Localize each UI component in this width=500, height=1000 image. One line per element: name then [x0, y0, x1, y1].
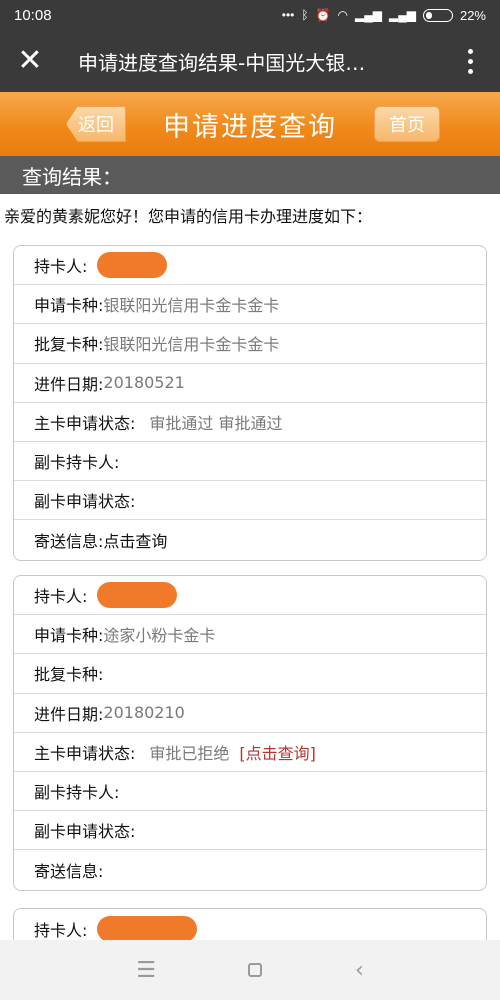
sub-holder-label: 副卡持卡人: [34, 783, 120, 803]
date-row: 进件日期: 20180521 [14, 364, 486, 403]
sub-holder-row: 副卡持卡人: [14, 772, 486, 812]
close-icon[interactable]: ✕ [0, 46, 60, 76]
apply-card-row: 申请卡种: 途家小粉卡金卡 [14, 615, 486, 655]
redacted-name [97, 582, 178, 609]
redacted-name [97, 915, 198, 942]
application-card: 持卡人: 申请卡种: 银联阳光信用卡金卡金卡 批复卡种: 银联阳光信用卡金卡金卡… [13, 245, 487, 561]
date-value: 20180521 [103, 373, 185, 393]
date-label: 进件日期: [34, 704, 104, 724]
main-status-label: 主卡申请状态: [34, 743, 136, 763]
sub-holder-row: 副卡持卡人: [14, 442, 486, 482]
date-label: 进件日期: [34, 374, 104, 394]
sub-status-label: 副卡申请状态: [34, 492, 136, 512]
approve-card-row: 批复卡种: 银联阳光信用卡金卡金卡 [14, 324, 486, 364]
date-value: 20180210 [103, 703, 185, 723]
mail-row: 寄送信息: [14, 850, 486, 889]
sub-status-label: 副卡申请状态: [34, 822, 136, 842]
approve-card-label: 批复卡种: [34, 665, 104, 685]
apply-card-value: 途家小粉卡金卡 [103, 626, 216, 646]
home-square-icon[interactable] [248, 963, 263, 977]
wifi-icon: ◠ [337, 8, 349, 22]
status-bar: 10:08 ••• ᛒ ⏰ ◠ ▂▄▆ ▂▄▆ 22% [0, 0, 500, 30]
back-chevron-icon[interactable]: ‹ [355, 958, 364, 983]
mail-label: 寄送信息: [34, 861, 104, 881]
alarm-icon: ⏰ [315, 8, 331, 22]
signal-icon: ▂▄▆ [355, 8, 382, 22]
holder-label: 持卡人: [34, 257, 88, 277]
sub-status-row: 副卡申请状态: [14, 811, 486, 851]
approve-card-value: 银联阳光信用卡金卡金卡 [103, 335, 280, 355]
status-query-link[interactable]: [点击查询] [239, 740, 316, 764]
title-bar: ✕ 申请进度查询结果-中国光大银… [0, 30, 500, 92]
system-nav-bar: ☰ ‹ [0, 940, 500, 1000]
dots-icon: ••• [281, 8, 295, 22]
page-header: 返回 申请进度查询 首页 [0, 92, 500, 156]
main-status-row: 主卡申请状态: 审批通过 审批通过 [14, 403, 486, 442]
apply-card-label: 申请卡种: [34, 296, 104, 316]
application-card: 持卡人: 申请卡种: 途家小粉卡金卡 批复卡种: 进件日期: 20180210 … [13, 575, 487, 891]
mail-row: 寄送信息: 点击查询 [14, 520, 486, 559]
holder-label: 持卡人: [34, 920, 88, 940]
main-status-value: 审批已拒绝 [149, 743, 230, 763]
sub-status-row: 副卡申请状态: [14, 481, 486, 521]
approve-card-label: 批复卡种: [34, 335, 104, 355]
window-title: 申请进度查询结果-中国光大银… [78, 50, 366, 75]
sub-holder-label: 副卡持卡人: [34, 453, 120, 473]
back-button[interactable]: 返回 [66, 106, 126, 142]
date-row: 进件日期: 20180210 [14, 694, 486, 733]
apply-card-value: 银联阳光信用卡金卡金卡 [103, 296, 280, 316]
mail-label: 寄送信息: [34, 531, 104, 551]
menu-icon[interactable]: ☰ [136, 958, 156, 983]
section-title: 查询结果： [0, 156, 500, 194]
main-status-value: 审批通过 审批通过 [149, 413, 283, 433]
greeting-text: 亲爱的黄素妮您好！您申请的信用卡办理进度如下： [4, 207, 373, 226]
bluetooth-icon: ᛒ [301, 8, 309, 22]
page-title: 申请进度查询 [163, 111, 337, 143]
holder-row: 持卡人: [14, 576, 486, 616]
apply-card-row: 申请卡种: 银联阳光信用卡金卡金卡 [14, 285, 486, 325]
approve-card-row: 批复卡种: [14, 654, 486, 694]
status-time: 10:08 [14, 6, 52, 24]
mail-query-link[interactable]: 点击查询 [103, 528, 167, 552]
battery-percent: 22% [459, 7, 486, 23]
apply-card-label: 申请卡种: [34, 626, 104, 646]
holder-label: 持卡人: [34, 587, 88, 607]
main-status-row: 主卡申请状态: 审批已拒绝 [点击查询] [14, 733, 486, 772]
redacted-name [97, 252, 168, 279]
battery-icon [422, 8, 453, 22]
home-button[interactable]: 首页 [374, 106, 440, 142]
signal-icon: ▂▄▆ [389, 8, 416, 22]
main-status-label: 主卡申请状态: [34, 413, 136, 433]
more-vertical-icon[interactable] [440, 48, 500, 74]
holder-row: 持卡人: [14, 246, 486, 286]
